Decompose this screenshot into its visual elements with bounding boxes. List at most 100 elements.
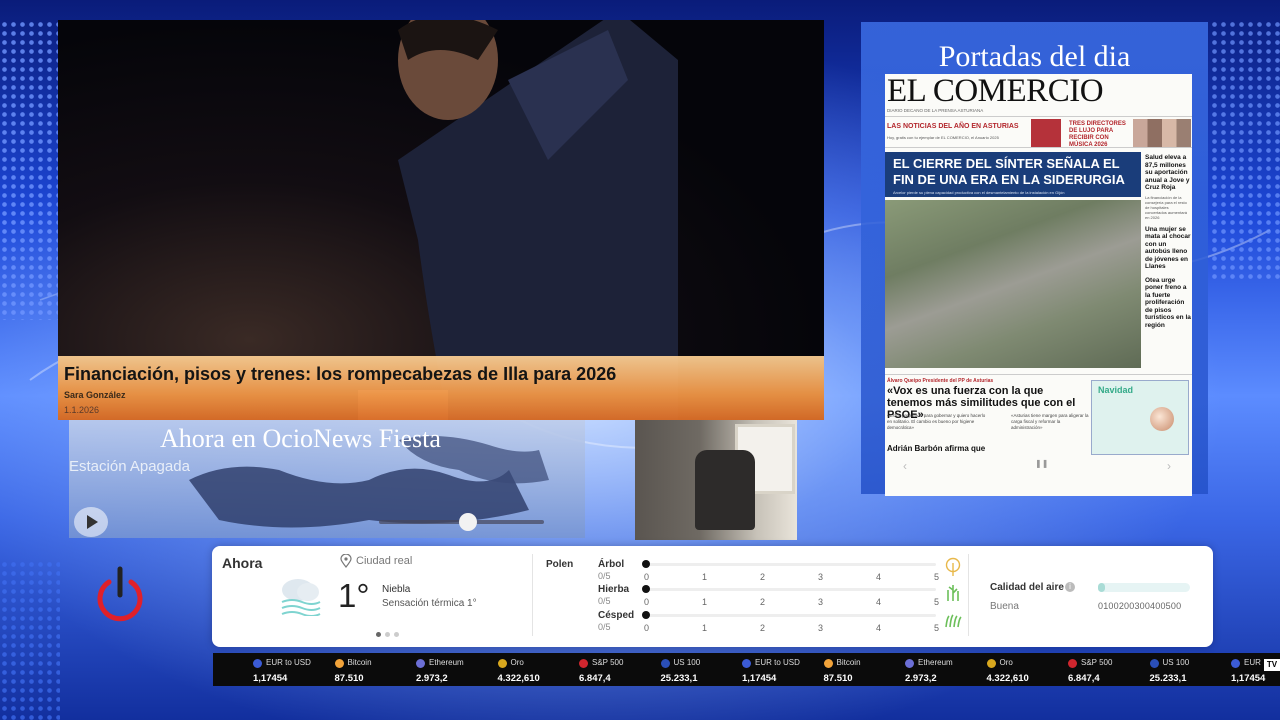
- band-left-headline: LAS NOTICIAS DEL AÑO EN ASTURIAS: [887, 123, 1019, 130]
- side-headline: Una mujer se mata al chocar con un autob…: [1145, 225, 1191, 271]
- asset-icon: [660, 659, 670, 668]
- pollen-row: Césped 0/5 0 1 2 3 4 5: [598, 610, 962, 634]
- pause-icon[interactable]: ❚❚: [1035, 459, 1048, 468]
- pollen-value: 0/5: [598, 622, 611, 632]
- ad-text: Navidad: [1098, 385, 1134, 395]
- asset-name: Bitcoin: [836, 658, 861, 667]
- pollen-level-marker: [642, 560, 650, 568]
- weather-city[interactable]: Ciudad real: [356, 555, 412, 567]
- carousel-dots[interactable]: [376, 632, 404, 638]
- asset-icon: [1068, 659, 1077, 668]
- bottom-headline: Adrián Barbón afirma que: [887, 444, 986, 453]
- asset-name: S&P 500: [592, 658, 624, 667]
- side-headline: Otea urge poner freno a la fuerte prolif…: [1145, 276, 1191, 329]
- pollen-scale-tick: 4: [876, 623, 882, 633]
- pollen-scale-tick: 4: [876, 572, 882, 582]
- pollen-scale-tick: 2: [760, 597, 766, 607]
- pollen-type: Hierba: [598, 584, 630, 595]
- lawn-icon: [945, 614, 962, 628]
- asset-name: Oro: [999, 658, 1013, 667]
- pollen-bar: [646, 588, 936, 591]
- news-headline[interactable]: Financiación, pisos y trenes: los rompec…: [64, 364, 616, 385]
- pollen-scale-tick: 3: [818, 572, 824, 582]
- weather-widget: Ahora Ciudad real 1° Niebla Sensación té…: [212, 546, 1213, 647]
- featured-news-card[interactable]: Financiación, pisos y trenes: los rompec…: [58, 20, 824, 420]
- air-quality-scale: 0100200300400500: [1098, 601, 1182, 611]
- asset-price: 4.322,610: [986, 673, 1029, 684]
- chevron-left-icon[interactable]: ‹: [903, 459, 907, 473]
- asset-name: Ethereum: [429, 658, 464, 667]
- asset-price: 4.322,610: [497, 673, 540, 684]
- tree-icon: [945, 557, 961, 576]
- newspaper-top-band: LAS NOTICIAS DEL AÑO EN ASTURIAS Hoy, gr…: [885, 116, 1192, 148]
- quote-text: «Asturias tiene margen para aligerar la …: [1011, 413, 1089, 430]
- asset-icon: [742, 659, 751, 668]
- asset-name: EUR to USD: [266, 658, 311, 667]
- market-ticker: EUR to USD 1,17454 Bitcoin 87.510 Ethereum 2.…: [213, 653, 1280, 686]
- asset-icon: [905, 659, 914, 668]
- play-button[interactable]: [74, 507, 108, 537]
- asset-price: 2.973,2: [416, 673, 448, 684]
- lead-subtext: Arcelor pierde su plena capacidad produc…: [893, 190, 1065, 195]
- pollen-scale-tick: 1: [702, 572, 708, 582]
- christmas-ad: Navidad: [1091, 380, 1189, 455]
- pollen-type: Césped: [598, 610, 635, 621]
- fog-icon: [281, 579, 321, 616]
- asset-price: 1,17454: [1231, 673, 1266, 684]
- pollen-value: 0/5: [598, 571, 611, 581]
- asset-price: 6.847,4: [579, 673, 611, 684]
- tradingview-logo[interactable]: TV: [1264, 659, 1280, 671]
- asset-name: Bitcoin: [347, 658, 372, 667]
- pollen-bar: [646, 563, 936, 566]
- air-quality-bar: [1098, 583, 1190, 592]
- webcam-view[interactable]: [635, 420, 797, 540]
- pollen-scale-tick: 0: [644, 623, 650, 633]
- headline-caption: Financiación, pisos y trenes: los rompec…: [58, 356, 824, 420]
- grass-icon: [947, 585, 959, 601]
- lead-story: EL CIERRE DEL SÍNTER SEÑALA EL FIN DE UN…: [885, 152, 1141, 197]
- asset-icon: [253, 659, 262, 668]
- volume-slider-handle[interactable]: [459, 513, 477, 531]
- chevron-right-icon[interactable]: ›: [1167, 459, 1171, 473]
- asset-price: 2.973,2: [905, 673, 937, 684]
- asset-name: EUR: [1244, 658, 1261, 667]
- asset-price: 87.510: [334, 673, 364, 684]
- chair-image: [695, 450, 755, 530]
- radio-player: Ahora en OcioNews Fiesta Estación Apagad…: [69, 420, 585, 538]
- power-icon[interactable]: [95, 565, 145, 623]
- news-author: Sara González: [64, 390, 126, 400]
- front-pages-title: Portadas del dia: [938, 40, 1131, 73]
- asset-name: US 100: [673, 658, 701, 667]
- asset-name: EUR to USD: [755, 658, 800, 667]
- divider: [968, 554, 969, 636]
- pollen-scale-tick: 2: [760, 623, 766, 633]
- band-right-headline: TRES DIRECTORES DE LUJO PARA RECIBIR CON…: [1069, 121, 1126, 148]
- dot-pattern: [1210, 20, 1280, 280]
- pollen-level-marker: [642, 585, 650, 593]
- divider: [532, 554, 533, 636]
- newspaper-subline: DIARIO DECANO DE LA PRENSA ASTURIANA: [887, 108, 984, 113]
- pollen-scale-tick: 1: [702, 623, 708, 633]
- pollen-scale-tick: 3: [818, 597, 824, 607]
- info-icon[interactable]: i: [1065, 582, 1075, 592]
- pollen-row: Hierba 0/5 0 1 2 3 4 5: [598, 584, 959, 608]
- asset-name: S&P 500: [1081, 658, 1113, 667]
- feels-like: Sensación térmica 1°: [382, 598, 477, 609]
- news-date: 1.1.2026: [64, 405, 100, 415]
- pollen-bar: [646, 614, 936, 617]
- asset-icon: [1149, 659, 1159, 668]
- asset-name: Oro: [510, 658, 524, 667]
- asset-name: US 100: [1162, 658, 1190, 667]
- location-pin-icon: [340, 554, 352, 568]
- pollen-scale-tick: 0: [644, 572, 650, 582]
- asset-price: 1,17454: [253, 673, 288, 684]
- asset-price: 87.510: [823, 673, 853, 684]
- pollen-scale-tick: 5: [934, 623, 940, 633]
- side-headline: Salud eleva a 87,5 millones su aportació…: [1145, 154, 1190, 191]
- asset-price: 6.847,4: [1068, 673, 1100, 684]
- lead-headline: EL CIERRE DEL SÍNTER SEÑALA EL FIN DE UN…: [893, 156, 1125, 187]
- ornament-icon: [1150, 407, 1174, 431]
- newspaper-front-page[interactable]: EL COMERCIO DIARIO DECANO DE LA PRENSA A…: [885, 74, 1192, 496]
- pollen-label: Polen: [546, 559, 574, 570]
- asset-icon: [416, 659, 425, 668]
